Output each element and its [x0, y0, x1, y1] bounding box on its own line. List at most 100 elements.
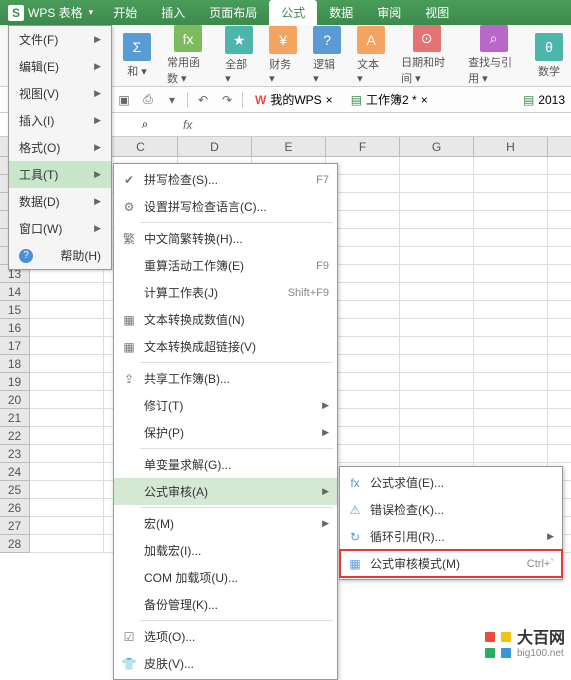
cell[interactable]	[30, 535, 104, 553]
cell[interactable]	[400, 211, 474, 229]
cell[interactable]	[474, 355, 548, 373]
row-header[interactable]: 23	[0, 445, 30, 463]
mywps-tab[interactable]: W 我的WPS ×	[249, 91, 339, 108]
cell[interactable]	[400, 157, 474, 175]
ribbon-财务 ▾[interactable]: ¥财务 ▾	[261, 25, 305, 86]
audit-item[interactable]: ↻循环引用(R)...▶	[340, 523, 562, 550]
cell[interactable]	[548, 391, 571, 409]
audit-item[interactable]: ▦公式审核模式(M)Ctrl+`	[340, 550, 562, 577]
tools-item[interactable]: ✔拼写检查(S)...F7	[114, 166, 337, 193]
ribbon-逻辑 ▾[interactable]: ?逻辑 ▾	[305, 25, 349, 86]
cell[interactable]	[548, 247, 571, 265]
tools-item[interactable]: 单变量求解(G)...	[114, 451, 337, 478]
tab-审阅[interactable]: 审阅	[365, 0, 413, 25]
menu-编辑(E)[interactable]: 编辑(E)▶	[9, 53, 111, 80]
row-header[interactable]: 15	[0, 301, 30, 319]
cell[interactable]	[474, 319, 548, 337]
menu-格式(O)[interactable]: 格式(O)▶	[9, 134, 111, 161]
col-header[interactable]: H	[474, 137, 548, 156]
cell[interactable]	[30, 373, 104, 391]
audit-item[interactable]: fx公式求值(E)...	[340, 469, 562, 496]
cell[interactable]	[548, 175, 571, 193]
cell[interactable]	[474, 409, 548, 427]
cell[interactable]	[548, 427, 571, 445]
menu-帮助(H)[interactable]: ?帮助(H)	[9, 242, 111, 269]
cell[interactable]	[474, 211, 548, 229]
redo-icon[interactable]: ↷	[218, 91, 236, 109]
cell[interactable]	[548, 373, 571, 391]
cell[interactable]	[548, 301, 571, 319]
tab-公式[interactable]: 公式	[269, 0, 317, 25]
name-box[interactable]: ⌕	[115, 117, 175, 132]
cell[interactable]	[548, 337, 571, 355]
cell[interactable]	[400, 265, 474, 283]
tools-item[interactable]: 保护(P)▶	[114, 419, 337, 446]
ribbon-全部 ▾[interactable]: ★全部 ▾	[217, 25, 261, 86]
cell[interactable]	[30, 301, 104, 319]
cell[interactable]	[548, 445, 571, 463]
tools-item[interactable]: 公式审核(A)▶	[114, 478, 337, 505]
cell[interactable]	[474, 247, 548, 265]
cell[interactable]	[400, 247, 474, 265]
cell[interactable]	[548, 409, 571, 427]
row-header[interactable]: 24	[0, 463, 30, 481]
cell[interactable]	[30, 409, 104, 427]
cell[interactable]	[474, 373, 548, 391]
cell[interactable]	[400, 175, 474, 193]
ribbon-文本 ▾[interactable]: A文本 ▾	[349, 25, 393, 86]
tools-item[interactable]: 备份管理(K)...	[114, 591, 337, 618]
folder-icon[interactable]: ▣	[115, 91, 133, 109]
row-header[interactable]: 14	[0, 283, 30, 301]
cell[interactable]	[30, 427, 104, 445]
cell[interactable]	[474, 445, 548, 463]
tools-item[interactable]: COM 加载项(U)...	[114, 564, 337, 591]
row-header[interactable]: 18	[0, 355, 30, 373]
cell[interactable]	[400, 355, 474, 373]
row-header[interactable]: 21	[0, 409, 30, 427]
cell[interactable]	[400, 283, 474, 301]
tools-item[interactable]: 重算活动工作簿(E)F9	[114, 252, 337, 279]
cell[interactable]	[474, 193, 548, 211]
menu-文件(F)[interactable]: 文件(F)▶	[9, 26, 111, 53]
tools-item[interactable]: ☑选项(O)...	[114, 623, 337, 650]
cell[interactable]	[548, 319, 571, 337]
row-header[interactable]: 25	[0, 481, 30, 499]
cell[interactable]	[474, 157, 548, 175]
cell[interactable]	[400, 301, 474, 319]
undo-icon[interactable]: ↶	[194, 91, 212, 109]
menu-视图(V)[interactable]: 视图(V)▶	[9, 80, 111, 107]
tab-开始[interactable]: 开始	[101, 0, 149, 25]
cell[interactable]	[30, 463, 104, 481]
tools-item[interactable]: 👕皮肤(V)...	[114, 650, 337, 677]
cell[interactable]	[30, 517, 104, 535]
cell[interactable]	[30, 499, 104, 517]
cell[interactable]	[474, 229, 548, 247]
cell[interactable]	[30, 337, 104, 355]
cell[interactable]	[548, 211, 571, 229]
row-header[interactable]: 27	[0, 517, 30, 535]
cell[interactable]	[474, 427, 548, 445]
tools-item[interactable]: 修订(T)▶	[114, 392, 337, 419]
cell[interactable]	[474, 391, 548, 409]
cell[interactable]	[30, 355, 104, 373]
ribbon-和 ▾[interactable]: Σ和 ▾	[115, 25, 159, 86]
cell[interactable]	[400, 373, 474, 391]
cell[interactable]	[474, 337, 548, 355]
ribbon-查找与引用 ▾[interactable]: ⌕查找与引用 ▾	[460, 25, 527, 86]
cell[interactable]	[400, 391, 474, 409]
cell[interactable]	[400, 229, 474, 247]
tools-item[interactable]: ▦文本转换成超链接(V)	[114, 333, 337, 360]
menu-数据(D)[interactable]: 数据(D)▶	[9, 188, 111, 215]
cell[interactable]	[400, 193, 474, 211]
cell[interactable]	[400, 337, 474, 355]
tab-视图[interactable]: 视图	[413, 0, 461, 25]
ribbon-日期和时间 ▾[interactable]: ⊙日期和时间 ▾	[393, 25, 460, 86]
cell[interactable]	[548, 355, 571, 373]
print-icon[interactable]: ⎙	[139, 91, 157, 109]
col-header[interactable]: D	[178, 137, 252, 156]
cell[interactable]	[30, 481, 104, 499]
tools-item[interactable]: 宏(M)▶	[114, 510, 337, 537]
row-header[interactable]: 17	[0, 337, 30, 355]
cell[interactable]	[30, 445, 104, 463]
tools-item[interactable]: ⇪共享工作簿(B)...	[114, 365, 337, 392]
